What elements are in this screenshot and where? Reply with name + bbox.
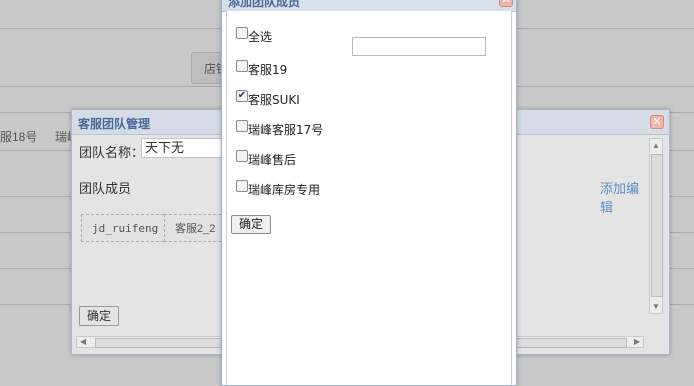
checkbox[interactable]: [236, 60, 248, 72]
bg-member-tag: 服18号: [0, 130, 38, 144]
checkbox[interactable]: [236, 27, 248, 39]
dialog-title: 添加团队成员: [228, 0, 301, 9]
close-icon[interactable]: ✕: [650, 115, 664, 129]
option-label: 客服19: [248, 63, 288, 77]
dialog-body: 全选 客服19 ✔ 客服SUKI 瑞峰客服17号 瑞峰售后 瑞峰库房专用 确定: [226, 11, 512, 385]
arrow-left-icon[interactable]: ◀: [80, 337, 86, 346]
scroll-thumb[interactable]: [651, 154, 663, 297]
checkbox[interactable]: [236, 180, 248, 192]
option-label: 客服SUKI: [248, 93, 300, 107]
option-label: 全选: [248, 30, 273, 44]
arrow-down-icon[interactable]: ▼: [652, 302, 660, 311]
arrow-up-icon[interactable]: ▲: [652, 141, 660, 150]
add-member-dialog: 添加团队成员 ✕ 全选 客服19 ✔ 客服SUKI 瑞峰客服17号 瑞峰售后 瑞…: [221, 0, 517, 386]
search-input[interactable]: [352, 37, 486, 56]
arrow-right-icon[interactable]: ▶: [634, 337, 640, 346]
add-edit-link[interactable]: 添加编辑: [600, 178, 649, 216]
team-members-label: 团队成员: [79, 181, 132, 196]
member-chip[interactable]: jd_ruifeng: [81, 214, 170, 242]
option-label: 瑞峰售后: [248, 153, 297, 167]
check-icon[interactable]: ✔: [236, 90, 248, 102]
team-name-label: 团队名称：: [79, 145, 145, 160]
checkbox[interactable]: [236, 150, 248, 162]
dialog-title: 客服团队管理: [78, 117, 151, 131]
option-label: 瑞峰库房专用: [248, 183, 321, 197]
member-chip[interactable]: 客服2_2: [164, 214, 227, 242]
close-icon[interactable]: ✕: [499, 0, 513, 7]
team-ok-button[interactable]: 确定: [79, 306, 119, 326]
vertical-scrollbar[interactable]: ▲ ▼: [649, 138, 663, 314]
confirm-button[interactable]: 确定: [231, 215, 271, 234]
option-label: 瑞峰客服17号: [248, 123, 324, 137]
checkbox[interactable]: [236, 120, 248, 132]
